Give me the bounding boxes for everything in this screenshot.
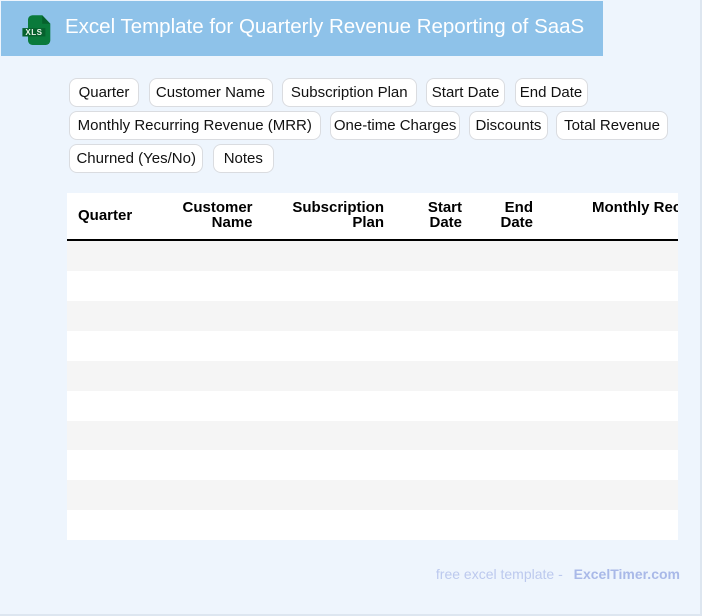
- svg-text:XLS: XLS: [25, 28, 42, 37]
